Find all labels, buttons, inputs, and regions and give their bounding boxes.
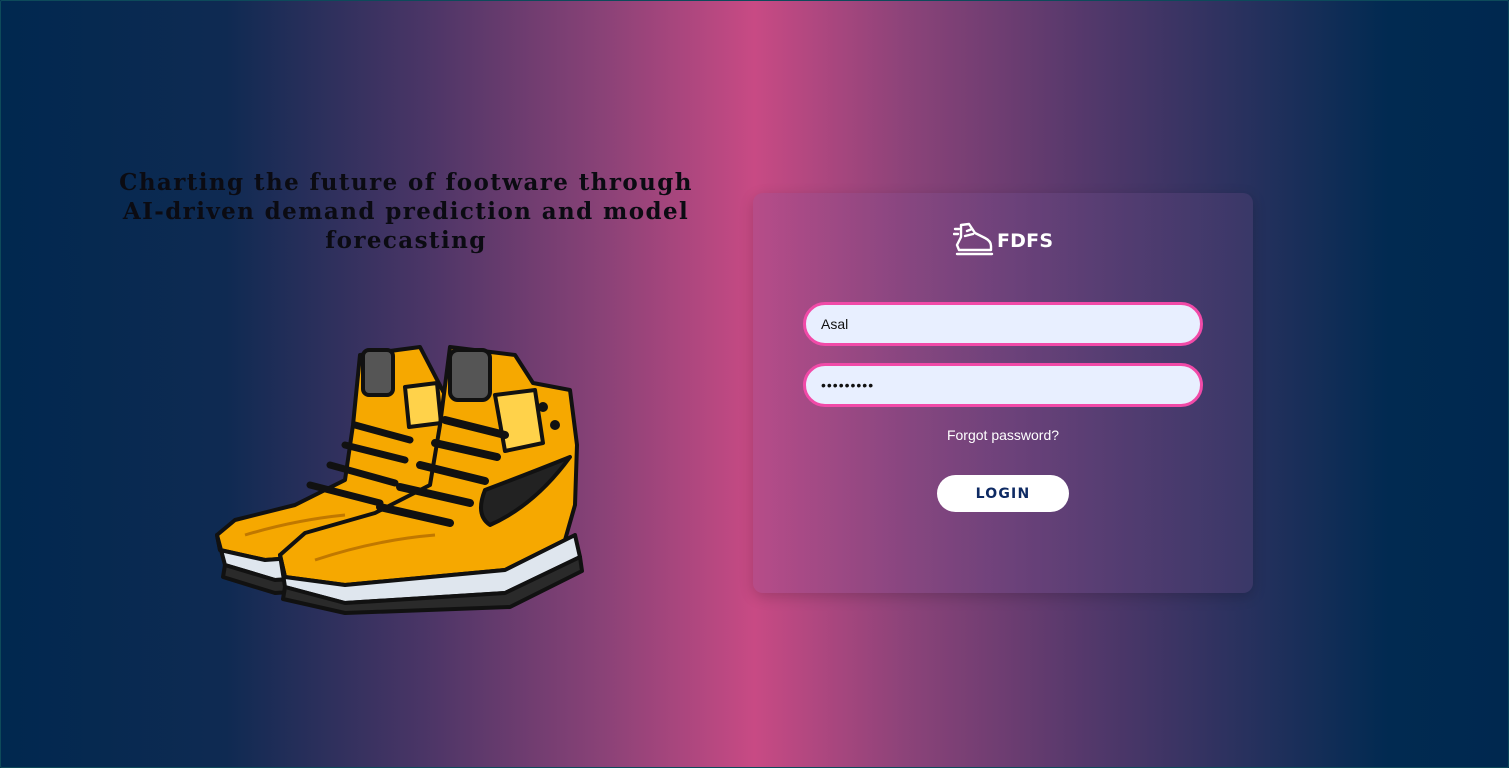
brand-logo: FDFS [952,221,1054,262]
login-card: FDFS Forgot password? LOGIN [753,193,1253,593]
username-input[interactable] [803,302,1203,346]
password-input[interactable] [803,363,1203,407]
forgot-password-link[interactable]: Forgot password? [753,427,1253,443]
running-shoe-icon [952,221,995,262]
sneakers-illustration [205,335,595,615]
brand-name: FDFS [997,230,1054,252]
hero-headline: Charting the future of footware through … [119,169,693,254]
login-button[interactable]: LOGIN [937,475,1069,512]
